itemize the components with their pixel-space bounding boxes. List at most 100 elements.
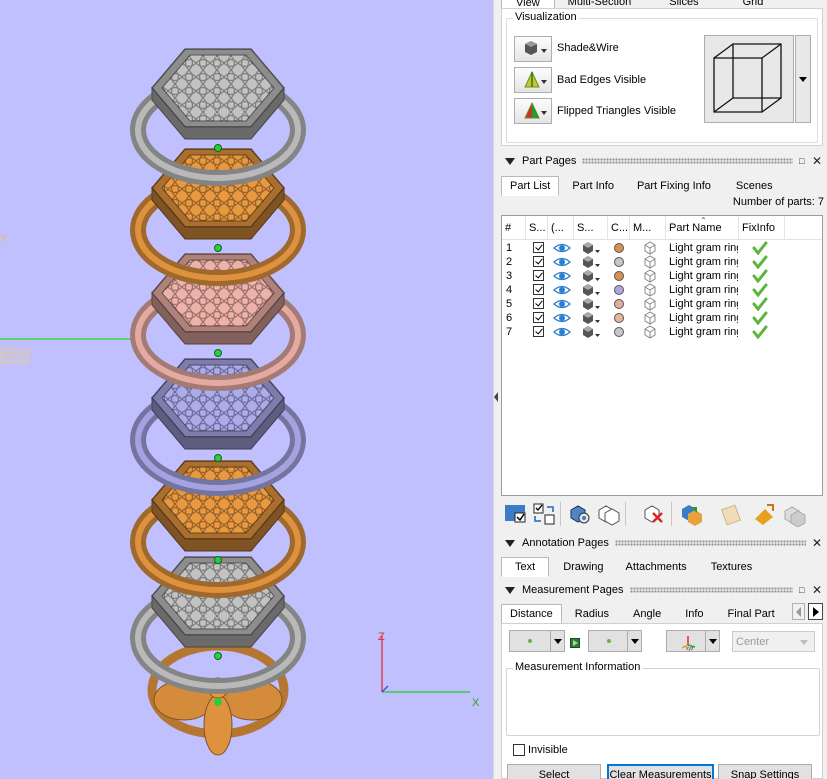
merge-parts-icon[interactable] [679, 501, 705, 527]
shading-mode-icon[interactable] [580, 297, 602, 311]
table-row[interactable]: 2 Light gram ring [502, 255, 822, 269]
eye-icon[interactable] [553, 297, 571, 311]
col-color[interactable]: C... [608, 216, 630, 240]
paste-part-icon[interactable] [719, 501, 745, 527]
table-row[interactable]: 1 Light gram ring [502, 241, 822, 255]
mesh-mode-icon[interactable] [643, 311, 657, 325]
shading-mode-icon[interactable] [580, 311, 602, 325]
shown-checkbox[interactable] [533, 312, 544, 323]
shading-mode-icon[interactable] [580, 283, 602, 297]
col-shown[interactable]: S... [526, 216, 548, 240]
eye-icon[interactable] [553, 311, 571, 325]
color-swatch[interactable] [614, 299, 624, 309]
first-point-combo[interactable] [509, 630, 565, 652]
flipped-triangles-button[interactable] [514, 98, 552, 124]
table-row[interactable]: 7 Light gram ring [502, 325, 822, 339]
snap-settings-button[interactable]: Snap Settings [718, 764, 812, 779]
tab-angle[interactable]: Angle [620, 604, 672, 624]
col-number[interactable]: # [502, 216, 526, 240]
delete-part-icon[interactable] [641, 501, 667, 527]
color-swatch[interactable] [614, 327, 624, 337]
shown-checkbox[interactable] [533, 256, 544, 267]
eye-icon[interactable] [553, 269, 571, 283]
eye-icon[interactable] [553, 241, 571, 255]
shown-checkbox[interactable] [533, 298, 544, 309]
pin-icon[interactable]: □ [799, 585, 808, 595]
collapse-triangle-icon[interactable] [505, 539, 515, 547]
tab-text[interactable]: Text [501, 557, 550, 577]
export-part-icon[interactable] [751, 501, 777, 527]
tab-info[interactable]: Info [672, 604, 714, 624]
mesh-mode-icon[interactable] [643, 255, 657, 269]
duplicate-part-icon[interactable] [781, 501, 807, 527]
show-parts-icon[interactable] [567, 501, 593, 527]
color-swatch[interactable] [614, 257, 624, 267]
view-preset-dropdown[interactable] [795, 35, 811, 123]
clear-measurements-button[interactable]: Clear Measurements [607, 764, 714, 779]
color-swatch[interactable] [614, 271, 624, 281]
tab-part-info[interactable]: Part Info [559, 176, 624, 196]
second-point-combo[interactable] [588, 630, 642, 652]
part-pages-header[interactable]: Part Pages □ ✕ [498, 151, 827, 171]
shown-checkbox[interactable] [533, 284, 544, 295]
shade-wire-button[interactable] [514, 36, 552, 62]
3d-viewport[interactable]: Z X Y WCS [0, 0, 493, 779]
annotation-pages-header[interactable]: Annotation Pages ✕ [498, 533, 827, 553]
shading-mode-icon[interactable] [580, 241, 602, 255]
center-combo[interactable]: Center [732, 631, 815, 652]
shown-checkbox[interactable] [533, 326, 544, 337]
close-icon[interactable]: ✕ [812, 584, 824, 596]
mesh-mode-icon[interactable] [643, 297, 657, 311]
eye-icon[interactable] [553, 255, 571, 269]
close-icon[interactable]: ✕ [812, 155, 824, 167]
tab-radius[interactable]: Radius [562, 604, 620, 624]
mesh-mode-icon[interactable] [643, 325, 657, 339]
tab-final-part[interactable]: Final Part [715, 604, 786, 624]
parts-table[interactable]: # S... (... S... C... M... Part Name Fix… [501, 215, 823, 496]
shown-checkbox[interactable] [533, 270, 544, 281]
pin-icon[interactable]: □ [799, 156, 808, 166]
table-row[interactable]: 5 Light gram ring [502, 297, 822, 311]
tab-attachments[interactable]: Attachments [614, 557, 698, 577]
tab-textures[interactable]: Textures [698, 557, 764, 577]
shading-mode-icon[interactable] [580, 269, 602, 283]
eye-icon[interactable] [553, 283, 571, 297]
tab-part-fixing-info[interactable]: Part Fixing Info [624, 176, 721, 196]
tab-scenes[interactable]: Scenes [721, 176, 783, 196]
color-swatch[interactable] [614, 285, 624, 295]
color-swatch[interactable] [614, 243, 624, 253]
view-cube-preview[interactable] [704, 35, 794, 123]
tabs-scroll-left[interactable] [792, 603, 805, 620]
collapse-triangle-icon[interactable] [505, 586, 515, 594]
shown-checkbox[interactable] [533, 242, 544, 253]
col-fixinfo[interactable]: FixInfo [739, 216, 785, 240]
table-row[interactable]: 4 Light gram ring [502, 283, 822, 297]
close-icon[interactable]: ✕ [812, 537, 824, 549]
hide-parts-icon[interactable] [595, 501, 621, 527]
mesh-mode-icon[interactable] [643, 269, 657, 283]
table-row[interactable]: 3 Light gram ring [502, 269, 822, 283]
tabs-scroll-right[interactable] [808, 603, 823, 620]
shading-mode-icon[interactable] [580, 255, 602, 269]
tab-distance[interactable]: Distance [501, 604, 562, 624]
invisible-checkbox[interactable] [513, 744, 525, 756]
table-row[interactable]: 6 Light gram ring [502, 311, 822, 325]
mesh-mode-icon[interactable] [643, 241, 657, 255]
tab-drawing[interactable]: Drawing [549, 557, 613, 577]
measurement-pages-header[interactable]: Measurement Pages □ ✕ [498, 580, 827, 600]
shading-mode-icon[interactable] [580, 325, 602, 339]
eye-icon[interactable] [553, 325, 571, 339]
col-shading[interactable]: S... [574, 216, 608, 240]
color-swatch[interactable] [614, 313, 624, 323]
select-button[interactable]: Select [507, 764, 601, 779]
collapse-triangle-icon[interactable] [505, 157, 515, 165]
invert-selection-icon[interactable] [531, 501, 557, 527]
mesh-mode-icon[interactable] [643, 283, 657, 297]
axis-combo[interactable]: xyz [666, 630, 720, 652]
col-mode[interactable]: M... [630, 216, 666, 240]
select-all-parts-icon[interactable] [503, 501, 529, 527]
bad-edges-button[interactable] [514, 67, 552, 93]
tab-part-list[interactable]: Part List [501, 176, 560, 196]
row-number: 6 [506, 312, 513, 324]
col-visible[interactable]: (... [548, 216, 574, 240]
